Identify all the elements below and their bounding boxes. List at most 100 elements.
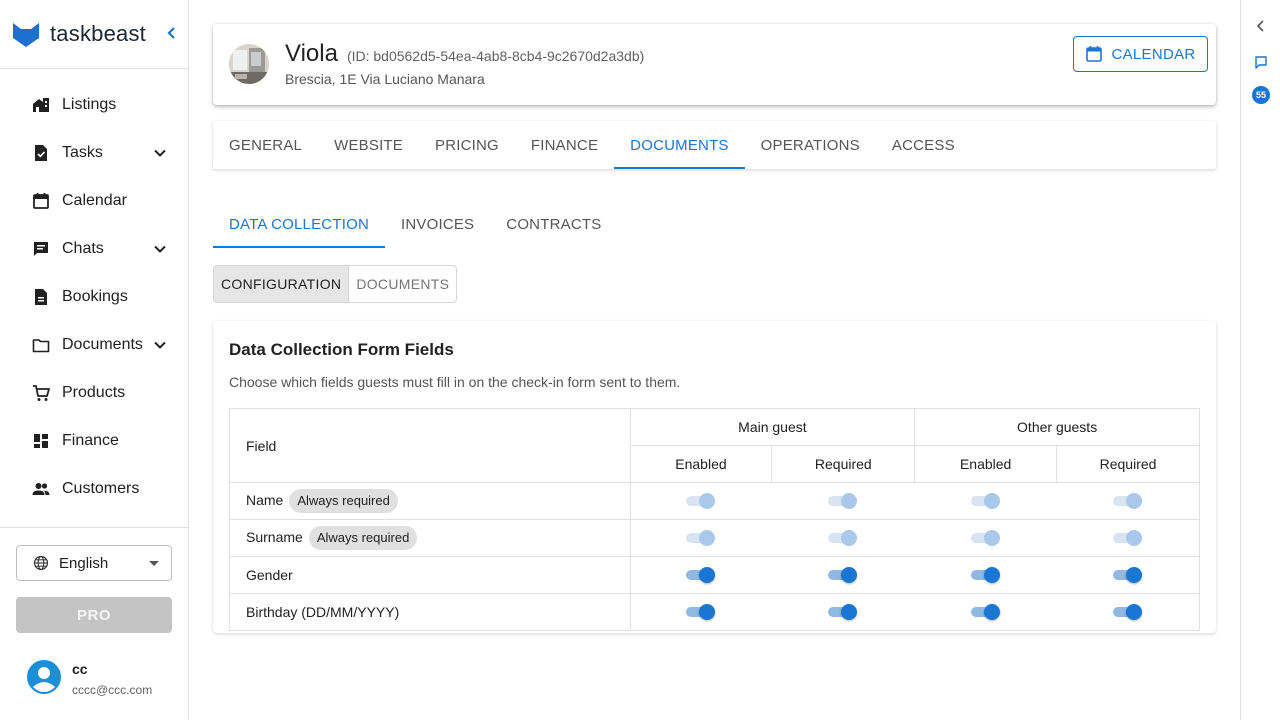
other-required-switch[interactable] [1112, 602, 1143, 622]
sidebar-item-finance[interactable]: Finance [0, 417, 188, 465]
subtab-invoices[interactable]: INVOICES [385, 200, 490, 248]
other-required-cell [1056, 519, 1200, 557]
tab-access[interactable]: ACCESS [876, 121, 971, 169]
calendar-button-label: CALENDAR [1111, 45, 1196, 63]
taskbeast-logo-icon [13, 23, 39, 47]
form-description: Choose which fields guests must fill in … [229, 374, 681, 390]
property-title: Viola (ID: bd0562d5-54ea-4ab8-8cb4-9c267… [285, 40, 644, 68]
field-column-header: Field [229, 408, 631, 483]
chevron-left-icon[interactable] [1254, 19, 1268, 33]
tab-pricing[interactable]: PRICING [419, 121, 515, 169]
sidebar-item-chats[interactable]: Chats [0, 225, 188, 273]
sidebar-item-listings[interactable]: Listings [0, 81, 188, 129]
field-name-cell: Gender [229, 556, 631, 594]
avatar-icon [27, 660, 61, 694]
chevron-down-icon[interactable] [152, 241, 168, 257]
right-rail: 55 [1240, 0, 1280, 720]
sidebar-item-customers[interactable]: Customers [0, 465, 188, 513]
main-required-cell [771, 593, 915, 631]
always-required-chip: Always required [308, 526, 418, 550]
language-select[interactable]: English [16, 545, 172, 581]
switch-thumb [841, 604, 858, 620]
cart-icon [33, 385, 50, 401]
chat-bubble-icon[interactable] [1254, 55, 1268, 69]
other-enabled-cell [914, 593, 1057, 631]
main-enabled-cell [630, 556, 772, 594]
other-required-switch[interactable] [1112, 565, 1143, 585]
tab-finance[interactable]: FINANCE [515, 121, 614, 169]
table-row: Gender [229, 556, 1200, 594]
switch-thumb [699, 567, 716, 583]
switch-thumb [841, 567, 858, 583]
tab-website[interactable]: WEBSITE [318, 121, 419, 169]
table-row: Name Always required [229, 482, 1200, 520]
always-required-chip: Always required [289, 489, 398, 513]
main-enabled-cell [630, 593, 772, 631]
property-id: (ID: bd0562d5-54ea-4ab8-8cb4-9c2670d2a3d… [346, 48, 645, 64]
property-header: Viola (ID: bd0562d5-54ea-4ab8-8cb4-9c267… [213, 24, 1216, 105]
main-enabled-switch [686, 528, 716, 548]
sidebar-item-label: Products [62, 384, 126, 401]
calendar-icon [33, 193, 49, 209]
configuration-toggle[interactable]: CONFIGURATION [214, 266, 349, 302]
subtab-contracts[interactable]: CONTRACTS [490, 200, 617, 248]
people-icon [32, 483, 50, 495]
main-enabled-cell [630, 519, 772, 557]
main-required-cell [771, 519, 915, 557]
sidebar-item-bookings[interactable]: Bookings [0, 273, 188, 321]
main-required-header: Required [771, 445, 916, 483]
other-guests-header: Other guests [914, 408, 1200, 446]
documents-toggle[interactable]: DOCUMENTS [348, 266, 456, 302]
chevron-down-icon[interactable] [152, 337, 168, 353]
other-enabled-switch[interactable] [970, 602, 1001, 622]
field-name: Gender [246, 567, 293, 583]
sidebar-item-products[interactable]: Products [0, 369, 188, 417]
property-name: Viola [285, 40, 338, 67]
pro-button[interactable]: PRO [16, 597, 172, 633]
main-guest-header: Main guest [629, 408, 916, 446]
folder-icon [32, 339, 50, 353]
view-toggle-group: CONFIGURATION DOCUMENTS [213, 265, 458, 303]
tab-operations[interactable]: OPERATIONS [745, 121, 876, 169]
chevron-down-icon[interactable] [152, 145, 168, 161]
user-profile[interactable]: cc cccc@ccc.com [26, 659, 152, 697]
other-enabled-cell [914, 556, 1057, 594]
other-enabled-header: Enabled [914, 445, 1058, 483]
tab-documents[interactable]: DOCUMENTS [614, 121, 746, 169]
calendar-button[interactable]: CALENDAR [1073, 36, 1208, 72]
field-name: Birthday (DD/MM/YYYY) [246, 604, 400, 620]
other-enabled-switch [970, 528, 1001, 548]
main-enabled-switch[interactable] [686, 602, 716, 622]
switch-thumb [983, 493, 1000, 509]
sidebar-item-label: Customers [62, 480, 140, 497]
sidebar-item-label: Calendar [62, 192, 127, 209]
subtab-data-collection[interactable]: DATA COLLECTION [213, 200, 385, 248]
tab-general[interactable]: GENERAL [213, 121, 318, 169]
app: taskbeast Listings Tasks Calendar Chats Book… [0, 0, 1280, 720]
task-icon [35, 145, 47, 161]
notification-badge[interactable]: 55 [1252, 86, 1270, 104]
main-required-switch[interactable] [828, 602, 858, 622]
description-icon [35, 289, 47, 305]
sidebar-item-tasks[interactable]: Tasks [0, 129, 188, 177]
documents-subtabs: DATA COLLECTION INVOICES CONTRACTS [213, 200, 617, 248]
other-enabled-switch[interactable] [970, 565, 1001, 585]
calendar-icon [1086, 46, 1103, 62]
main-required-switch[interactable] [828, 565, 858, 585]
property-tabs: GENERAL WEBSITE PRICING FINANCE DOCUMENTS OPE… [213, 121, 1216, 169]
other-required-switch [1112, 528, 1143, 548]
sidebar-item-documents[interactable]: Documents [0, 321, 188, 369]
collapse-sidebar-icon[interactable] [164, 23, 178, 43]
table-row: Birthday (DD/MM/YYYY) [229, 593, 1200, 631]
main-required-cell [771, 482, 915, 520]
switch-thumb [1125, 530, 1142, 546]
main-enabled-switch[interactable] [686, 565, 716, 585]
field-name: Surname [246, 529, 303, 545]
field-name: Name [246, 492, 284, 508]
sidebar-item-label: Listings [62, 96, 117, 113]
other-enabled-switch [970, 491, 1001, 511]
sidebar-item-calendar[interactable]: Calendar [0, 177, 188, 225]
brand-header: taskbeast [0, 0, 188, 69]
switch-thumb [699, 604, 716, 620]
other-required-cell [1056, 556, 1200, 594]
